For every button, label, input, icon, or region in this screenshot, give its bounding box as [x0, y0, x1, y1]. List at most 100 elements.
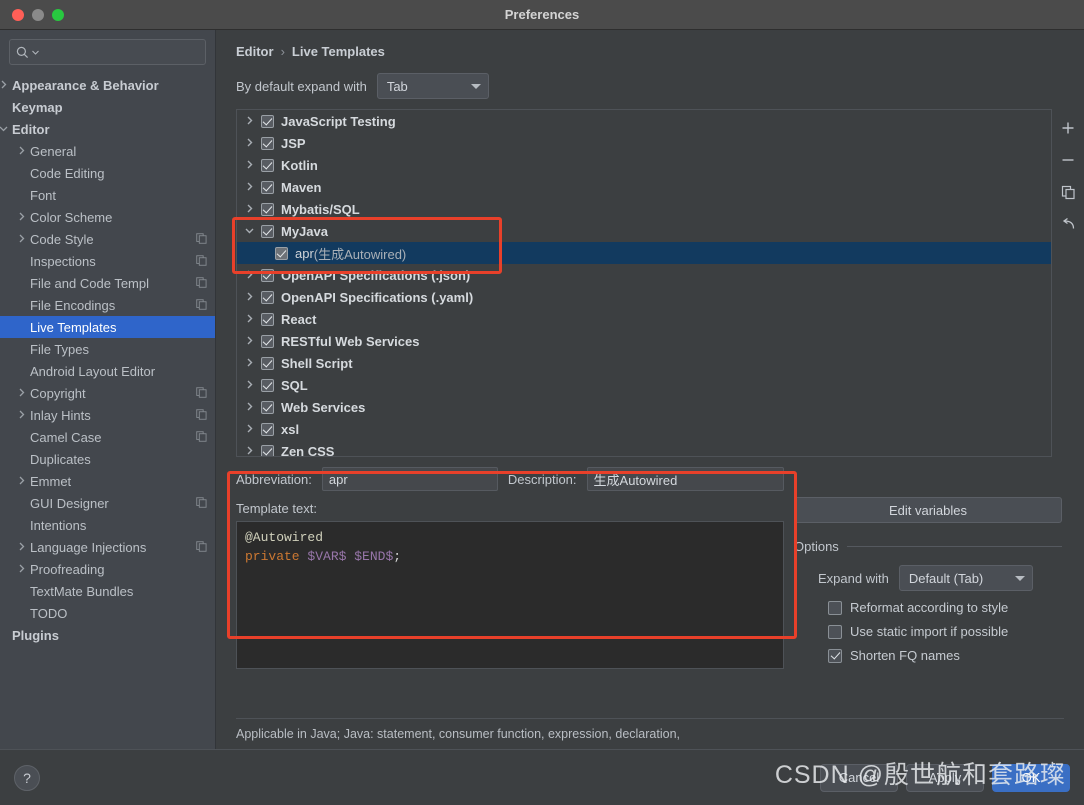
chevron-right-icon[interactable]	[245, 290, 261, 305]
chevron-right-icon[interactable]	[245, 400, 261, 415]
cancel-button[interactable]: Cancel	[820, 763, 898, 792]
sidebar-item-general[interactable]: General	[0, 140, 215, 162]
template-checkbox[interactable]	[261, 202, 274, 216]
template-checkbox[interactable]	[261, 224, 274, 238]
search-box[interactable]	[9, 39, 206, 65]
sidebar-item-file-types[interactable]: File Types	[0, 338, 215, 360]
sidebar-item-file-and-code-templ[interactable]: File and Code Templ	[0, 272, 215, 294]
option-checkbox[interactable]	[828, 648, 842, 663]
template-checkbox[interactable]	[275, 246, 288, 260]
sidebar-item-intentions[interactable]: Intentions	[0, 514, 215, 536]
minimize-icon[interactable]	[32, 8, 44, 21]
ok-button[interactable]: OK	[992, 763, 1070, 792]
template-row[interactable]: OpenAPI Specifications (.json)	[237, 264, 1051, 286]
apply-button[interactable]: Apply	[906, 763, 984, 792]
add-icon[interactable]	[1056, 117, 1080, 139]
template-row[interactable]: MyJava	[237, 220, 1051, 242]
template-row[interactable]: Mybatis/SQL	[237, 198, 1051, 220]
template-row[interactable]: JSP	[237, 132, 1051, 154]
sidebar-item-duplicates[interactable]: Duplicates	[0, 448, 215, 470]
sidebar-item-android-layout-editor[interactable]: Android Layout Editor	[0, 360, 215, 382]
chevron-right-icon[interactable]	[245, 422, 261, 437]
chevron-right-icon[interactable]	[245, 114, 261, 129]
sidebar-item-textmate-bundles[interactable]: TextMate Bundles	[0, 580, 215, 602]
sidebar-item-plugins[interactable]: Plugins	[0, 624, 215, 646]
sidebar-item-gui-designer[interactable]: GUI Designer	[0, 492, 215, 514]
sidebar-item-inlay-hints[interactable]: Inlay Hints	[0, 404, 215, 426]
default-expand-select[interactable]: Tab	[376, 73, 489, 99]
chevron-right-icon[interactable]	[245, 378, 261, 393]
template-row[interactable]: Shell Script	[237, 352, 1051, 374]
sidebar-item-camel-case[interactable]: Camel Case	[0, 426, 215, 448]
template-checkbox[interactable]	[261, 422, 274, 436]
description-input[interactable]	[586, 467, 784, 491]
template-checkbox[interactable]	[261, 334, 274, 348]
settings-tree[interactable]: Appearance & Behavior Keymap Editor General…	[0, 71, 215, 749]
sidebar-item-font[interactable]: Font	[0, 184, 215, 206]
template-list[interactable]: JavaScript Testing JSP Kotlin Maven Mybatis/…	[236, 109, 1052, 457]
template-checkbox[interactable]	[261, 136, 274, 150]
sidebar-item-appearance-behavior[interactable]: Appearance & Behavior	[0, 74, 215, 96]
chevron-right-icon[interactable]	[245, 180, 261, 195]
chevron-right-icon[interactable]	[17, 410, 30, 420]
copy-icon[interactable]	[1056, 181, 1080, 203]
template-row[interactable]: Zen CSS	[237, 440, 1051, 457]
template-row[interactable]: React	[237, 308, 1051, 330]
sidebar-item-todo[interactable]: TODO	[0, 602, 215, 624]
sidebar-item-proofreading[interactable]: Proofreading	[0, 558, 215, 580]
template-checkbox[interactable]	[261, 114, 274, 128]
template-checkbox[interactable]	[261, 400, 274, 414]
revert-icon[interactable]	[1056, 213, 1080, 235]
sidebar-item-file-encodings[interactable]: File Encodings	[0, 294, 215, 316]
option-checkbox-row[interactable]: Reformat according to style	[794, 600, 1062, 615]
chevron-right-icon[interactable]	[245, 202, 261, 217]
template-checkbox[interactable]	[261, 158, 274, 172]
edit-variables-button[interactable]: Edit variables	[794, 497, 1062, 523]
template-row[interactable]: Maven	[237, 176, 1051, 198]
option-checkbox[interactable]	[828, 624, 842, 639]
template-checkbox[interactable]	[261, 378, 274, 392]
template-checkbox[interactable]	[261, 290, 274, 304]
template-checkbox[interactable]	[261, 444, 274, 456]
chevron-right-icon[interactable]	[17, 564, 30, 574]
expand-with-select[interactable]: Default (Tab)	[898, 565, 1033, 591]
chevron-right-icon[interactable]	[245, 268, 261, 283]
remove-icon[interactable]	[1056, 149, 1080, 171]
option-checkbox[interactable]	[828, 600, 842, 615]
template-row[interactable]: Kotlin	[237, 154, 1051, 176]
template-row[interactable]: Web Services	[237, 396, 1051, 418]
sidebar-item-live-templates[interactable]: Live Templates	[0, 316, 215, 338]
chevron-right-icon[interactable]	[245, 444, 261, 457]
sidebar-item-code-editing[interactable]: Code Editing	[0, 162, 215, 184]
sidebar-item-language-injections[interactable]: Language Injections	[0, 536, 215, 558]
sidebar-item-inspections[interactable]: Inspections	[0, 250, 215, 272]
sidebar-item-editor[interactable]: Editor	[0, 118, 215, 140]
template-checkbox[interactable]	[261, 356, 274, 370]
chevron-down-icon[interactable]	[245, 224, 261, 239]
template-checkbox[interactable]	[261, 268, 274, 282]
template-checkbox[interactable]	[261, 312, 274, 326]
chevron-down-icon[interactable]	[0, 124, 12, 134]
chevron-right-icon[interactable]	[17, 476, 30, 486]
help-button[interactable]: ?	[14, 764, 40, 791]
chevron-right-icon[interactable]	[245, 356, 261, 371]
chevron-right-icon[interactable]	[245, 158, 261, 173]
sidebar-item-code-style[interactable]: Code Style	[0, 228, 215, 250]
chevron-right-icon[interactable]	[17, 234, 30, 244]
chevron-right-icon[interactable]	[17, 146, 30, 156]
template-row[interactable]: apr (生成Autowired)	[237, 242, 1051, 264]
chevron-right-icon[interactable]	[245, 312, 261, 327]
template-row[interactable]: JavaScript Testing	[237, 110, 1051, 132]
option-checkbox-row[interactable]: Use static import if possible	[794, 624, 1062, 639]
chevron-right-icon[interactable]	[0, 80, 12, 90]
template-text-editor[interactable]: @Autowired private $VAR$ $END$;	[236, 521, 784, 669]
sidebar-item-keymap[interactable]: Keymap	[0, 96, 215, 118]
chevron-right-icon[interactable]	[245, 136, 261, 151]
chevron-right-icon[interactable]	[17, 212, 30, 222]
abbreviation-input[interactable]	[321, 467, 498, 491]
template-row[interactable]: SQL	[237, 374, 1051, 396]
zoom-icon[interactable]	[52, 8, 64, 21]
template-row[interactable]: OpenAPI Specifications (.yaml)	[237, 286, 1051, 308]
chevron-right-icon[interactable]	[17, 388, 30, 398]
chevron-right-icon[interactable]	[245, 334, 261, 349]
